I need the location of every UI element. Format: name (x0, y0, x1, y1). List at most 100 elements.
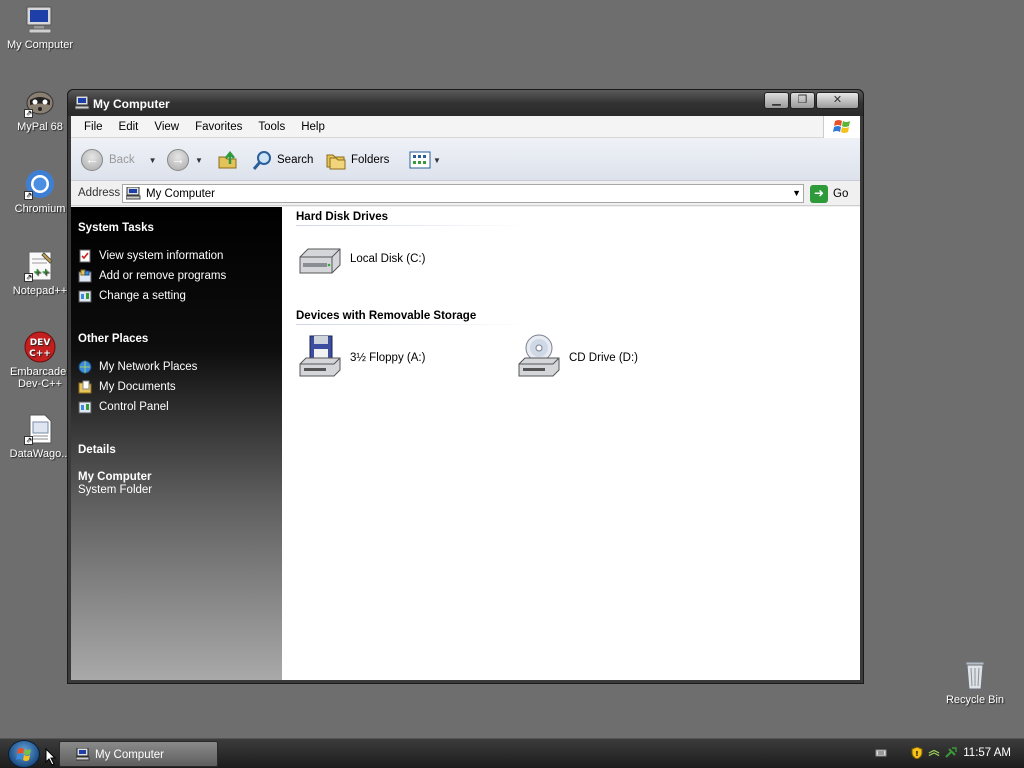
maximize-button[interactable]: ❐ (790, 92, 815, 109)
window-client: File Edit View Favorites Tools Help ← Ba… (71, 116, 860, 680)
close-icon: ✕ (832, 94, 843, 106)
raccoon-browser-icon: ↗ (24, 86, 56, 118)
menu-favorites[interactable]: Favorites (187, 121, 250, 133)
views-button[interactable]: ▼ (409, 148, 441, 172)
safely-remove-hardware-icon[interactable] (945, 747, 957, 759)
go-label: Go (833, 187, 849, 200)
group-title-hard-disk-drives: Hard Disk Drives (296, 211, 389, 223)
hard-disk-icon (296, 235, 344, 283)
chevron-down-icon: ▼ (195, 155, 203, 165)
search-icon (252, 151, 271, 170)
address-value: My Computer (146, 188, 216, 200)
address-input[interactable]: My Computer ▼ (122, 184, 804, 203)
svg-text:!: ! (915, 750, 918, 758)
network-places-icon (78, 360, 92, 374)
close-button[interactable]: ✕ (816, 92, 859, 109)
drive-label: 3½ Floppy (A:) (350, 352, 426, 364)
drive-label: Local Disk (C:) (350, 253, 426, 265)
forward-button[interactable]: → ▼ (167, 148, 203, 172)
drive-cd-d[interactable]: CD Drive (D:) (515, 334, 638, 382)
my-documents-link[interactable]: My Documents (78, 380, 176, 394)
desktop-icon-my-computer[interactable]: My Computer (0, 4, 80, 51)
drive-label: CD Drive (D:) (569, 352, 638, 364)
desktop-icon-recycle-bin[interactable]: Recycle Bin (935, 659, 1015, 706)
other-places-header[interactable]: Other Places (78, 333, 148, 345)
computer-icon (74, 95, 91, 110)
menu-edit[interactable]: Edit (111, 121, 147, 133)
computer-icon (24, 4, 56, 36)
windows-logo-icon (16, 748, 31, 761)
menu-help[interactable]: Help (293, 121, 333, 133)
details-name: My Computer (78, 471, 152, 483)
security-shield-icon[interactable]: ! (911, 747, 923, 759)
forward-arrow-icon: → (167, 149, 189, 171)
keyboard-icon[interactable] (875, 747, 887, 759)
drive-floppy-a[interactable]: 3½ Floppy (A:) (296, 334, 425, 382)
folders-icon (326, 154, 346, 170)
drive-local-disk-c[interactable]: Local Disk (C:) (296, 235, 425, 283)
taskbar: My Computer ! 11:57 AM (0, 738, 1024, 768)
view-system-information-link[interactable]: View system information (78, 249, 223, 263)
document-icon: ↗ (24, 413, 56, 445)
link-label: Control Panel (99, 401, 169, 413)
content-pane: Hard Disk Drives Local Disk (C:) Devices… (282, 207, 860, 680)
control-panel-icon (78, 289, 92, 303)
minimize-icon: ▁ (772, 94, 781, 106)
search-button[interactable]: Search (251, 148, 313, 172)
restore-icon: ❐ (797, 94, 808, 106)
window-title: My Computer (93, 97, 170, 111)
up-folder-icon (218, 150, 237, 169)
system-information-icon (78, 249, 92, 263)
minimize-button[interactable]: ▁ (764, 92, 789, 109)
system-tasks-header[interactable]: System Tasks (78, 222, 154, 234)
my-network-places-link[interactable]: My Network Places (78, 360, 197, 374)
group-divider (296, 225, 528, 226)
chevron-down-icon: ▼ (148, 155, 157, 165)
windows-flag-icon (823, 116, 860, 138)
folders-button[interactable]: Folders (325, 148, 389, 172)
link-label: View system information (99, 250, 224, 262)
address-dropdown-icon[interactable]: ▼ (792, 188, 801, 198)
menu-bar: File Edit View Favorites Tools Help (71, 116, 860, 138)
go-button[interactable]: ➜ Go (810, 184, 848, 203)
folders-label: Folders (351, 154, 390, 166)
search-label: Search (277, 154, 314, 166)
details-type: System Folder (78, 484, 153, 496)
taskbar-clock[interactable]: 11:57 AM (963, 747, 1011, 759)
desktop-icon-label: Recycle Bin (945, 694, 1005, 706)
notepad-plus-plus-icon: ++ ↗ (24, 250, 56, 282)
group-title-removable-storage: Devices with Removable Storage (296, 310, 477, 322)
chevron-down-icon: ▼ (433, 155, 441, 165)
up-folder-button[interactable] (217, 148, 239, 172)
control-panel-icon (78, 400, 92, 414)
add-remove-programs-link[interactable]: Add or remove programs (78, 269, 226, 283)
menu-view[interactable]: View (146, 121, 187, 133)
change-setting-link[interactable]: Change a setting (78, 289, 186, 303)
computer-icon (125, 186, 142, 200)
recycle-bin-icon (959, 659, 991, 691)
address-label: Address (78, 187, 121, 199)
svg-text:C++: C++ (29, 349, 51, 359)
go-arrow-icon: ➜ (810, 184, 828, 203)
back-button[interactable]: ← Back ▼ (81, 148, 157, 172)
system-tray: ! 11:57 AM (864, 739, 1024, 768)
menu-tools[interactable]: Tools (250, 121, 293, 133)
mouse-cursor-icon (45, 748, 57, 766)
back-label: Back (109, 154, 135, 166)
toolbar: ← Back ▼ → ▼ Search Folders ▼ (71, 139, 860, 181)
my-documents-icon (78, 380, 92, 394)
back-arrow-icon: ← (81, 149, 103, 171)
window-titlebar[interactable]: My Computer ▁ ❐ ✕ (68, 90, 863, 116)
details-header[interactable]: Details (78, 444, 116, 456)
menu-file[interactable]: File (76, 121, 111, 133)
svg-text:DEV: DEV (30, 338, 51, 348)
start-button[interactable] (8, 740, 40, 768)
link-label: My Documents (99, 381, 176, 393)
details-panel: My Computer System Folder (78, 471, 152, 497)
taskbar-button-my-computer[interactable]: My Computer (59, 741, 218, 767)
taskbar-button-label: My Computer (95, 749, 165, 761)
chromium-icon: ↗ (24, 168, 56, 200)
network-icon[interactable] (928, 747, 940, 759)
svg-text:++: ++ (33, 267, 50, 278)
control-panel-link[interactable]: Control Panel (78, 400, 169, 414)
